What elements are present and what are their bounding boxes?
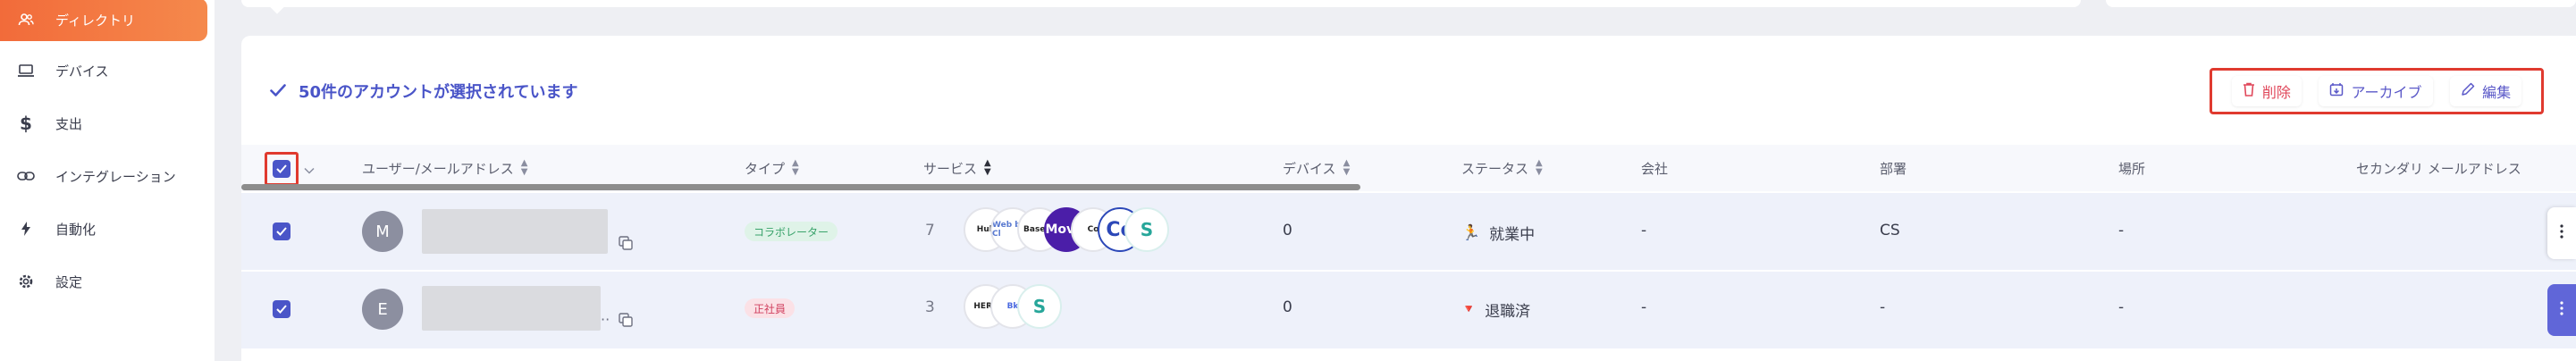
location-cell: -: [2118, 298, 2125, 316]
selection-summary-text: 50件のアカウントが選択されています: [299, 83, 578, 102]
column-header-label: 部署: [1880, 160, 1907, 177]
archive-icon: [2329, 82, 2344, 100]
trash-icon: [2243, 82, 2255, 100]
device-count: 0: [1283, 298, 1292, 316]
sort-icon: ▲ ▼: [792, 158, 799, 177]
dollar-icon: $: [20, 113, 32, 134]
status-label: 就業中: [1489, 226, 1536, 244]
column-header-label: 会社: [1641, 160, 1669, 177]
sidebar-item-automation[interactable]: 自動化: [0, 207, 207, 250]
status-label: 退職済: [1485, 303, 1531, 321]
sort-icon: ▲ ▼: [1343, 158, 1351, 177]
column-header-label: デバイス: [1283, 160, 1336, 177]
type-badge: 正社員: [745, 298, 796, 318]
edit-button[interactable]: 編集: [2450, 76, 2522, 106]
redacted-user-info: [422, 286, 601, 331]
selection-summary: 50件のアカウントが選択されています: [270, 80, 578, 102]
location-cell: -: [2118, 222, 2125, 239]
ellipsis-icon: ··: [601, 311, 610, 328]
archive-label: アーカイブ: [2351, 84, 2422, 101]
column-header-type[interactable]: タイプ ▲ ▼: [745, 159, 799, 177]
sidebar-item-label: ディレクトリ: [55, 12, 135, 29]
copy-icon[interactable]: [619, 236, 633, 254]
sidebar-item-label: デバイス: [55, 63, 109, 80]
bulk-action-group: 削除 アーカイブ 編集: [2210, 68, 2544, 114]
delete-button[interactable]: 削除: [2231, 76, 2302, 106]
sort-active-icon: ▲ ▼: [984, 158, 991, 177]
archive-button[interactable]: アーカイブ: [2319, 76, 2433, 106]
row-checkbox[interactable]: [273, 300, 290, 318]
service-count: 7: [925, 222, 935, 239]
column-header-label: サービス: [923, 160, 978, 177]
column-header-location[interactable]: 場所: [2118, 159, 2145, 177]
column-header-company[interactable]: 会社: [1641, 159, 1668, 177]
top-panel-right: [2106, 0, 2576, 7]
column-header-label: ユーザー/メールアドレス: [362, 160, 514, 177]
service-logo-icon: S: [1017, 284, 1062, 329]
red-triangle-icon: 🔻: [1461, 303, 1477, 316]
status-cell: 🔻 退職済: [1461, 298, 1530, 321]
column-header-secondary-email[interactable]: セカンダリ メールアドレス: [2356, 159, 2521, 177]
column-header-label: タイプ: [745, 160, 786, 177]
users-icon: [16, 10, 36, 29]
row-checkbox[interactable]: [273, 222, 290, 240]
sidebar-item-label: 設定: [55, 273, 83, 290]
service-count: 3: [925, 298, 935, 316]
column-header-label: ステータス: [1461, 160, 1529, 177]
service-icon-stack[interactable]: HERP Bk S: [964, 284, 1062, 332]
column-header-label: セカンダリ メールアドレス: [2356, 160, 2521, 177]
sidebar: ディレクトリ デバイス $ 支出 インテグレーション 自動化 設定: [0, 0, 215, 361]
copy-icon[interactable]: [619, 313, 633, 331]
chevron-down-icon[interactable]: [304, 161, 315, 178]
type-badge: コラボレーター: [745, 222, 838, 241]
top-panel-left: [241, 0, 2081, 7]
link-icon: [16, 166, 36, 186]
company-cell: -: [1641, 298, 1647, 316]
column-header-device[interactable]: デバイス ▲ ▼: [1283, 159, 1350, 177]
company-cell: -: [1641, 222, 1647, 239]
column-header-department[interactable]: 部署: [1880, 159, 1907, 177]
sidebar-item-spend[interactable]: $ 支出: [0, 102, 207, 145]
column-header-label: 場所: [2118, 160, 2146, 177]
horizontal-scrollbar[interactable]: [241, 184, 1360, 190]
sidebar-item-settings[interactable]: 設定: [0, 260, 207, 303]
department-cell: CS: [1880, 222, 1900, 239]
sidebar-item-devices[interactable]: デバイス: [0, 49, 207, 92]
status-cell: 🏃 就業中: [1461, 222, 1536, 245]
edit-label: 編集: [2482, 84, 2512, 101]
select-all-checkbox[interactable]: [273, 160, 290, 178]
running-person-icon: 🏃: [1461, 223, 1481, 242]
bolt-icon: [16, 219, 36, 239]
laptop-icon: [16, 61, 36, 80]
pencil-icon: [2461, 82, 2475, 100]
sidebar-item-label: 支出: [55, 115, 83, 132]
sidebar-item-integrations[interactable]: インテグレーション: [0, 155, 207, 197]
column-header-user[interactable]: ユーザー/メールアドレス ▲ ▼: [362, 159, 527, 177]
department-cell: -: [1880, 298, 1886, 316]
service-logo-icon: S: [1124, 207, 1169, 252]
kebab-icon: [2560, 301, 2563, 319]
delete-label: 削除: [2261, 84, 2291, 101]
sidebar-item-label: 自動化: [55, 221, 97, 238]
sort-icon: ▲ ▼: [1536, 158, 1543, 177]
gear-icon: [16, 272, 36, 291]
row-menu-button-active[interactable]: [2547, 284, 2576, 336]
column-header-service[interactable]: サービス ▲ ▼: [923, 159, 991, 177]
avatar: E: [362, 289, 403, 330]
redacted-user-info: [422, 209, 608, 254]
sort-icon: ▲ ▼: [520, 158, 528, 177]
service-icon-stack[interactable]: Hub Web by Cl Baseco Movio Co Co S: [964, 207, 1169, 256]
avatar: M: [362, 211, 403, 252]
row-menu-button[interactable]: [2547, 207, 2576, 259]
kebab-icon: [2560, 224, 2563, 242]
sidebar-item-label: インテグレーション: [55, 168, 176, 185]
sidebar-item-directory[interactable]: ディレクトリ: [0, 0, 207, 41]
device-count: 0: [1283, 222, 1292, 239]
column-header-status[interactable]: ステータス ▲ ▼: [1461, 159, 1543, 177]
check-icon: [270, 82, 286, 101]
